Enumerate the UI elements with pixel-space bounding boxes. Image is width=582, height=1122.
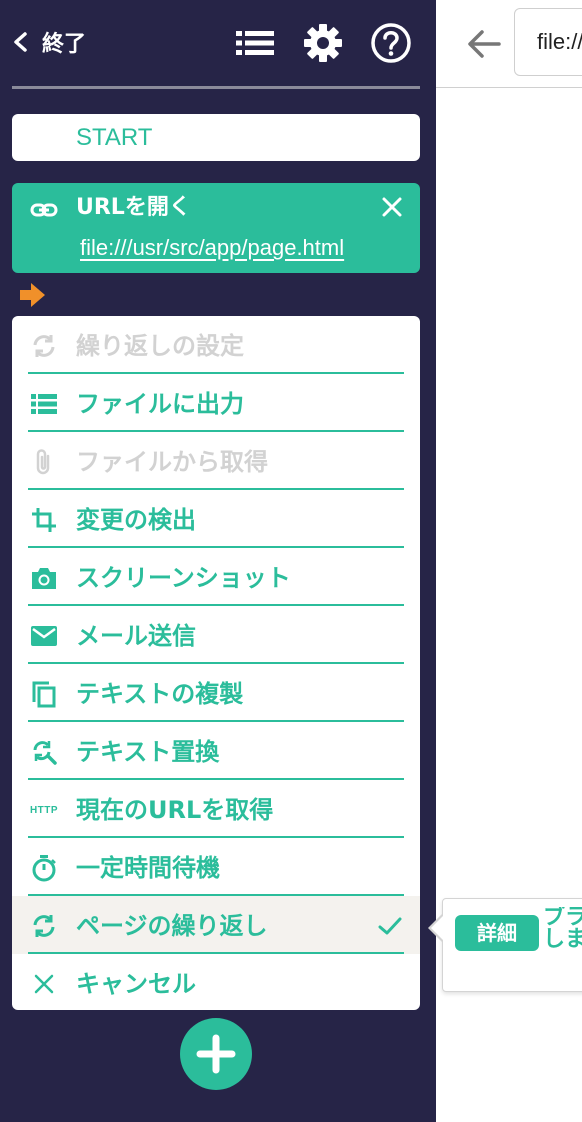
help-icon[interactable] [370, 22, 412, 64]
http-icon: HTTP [30, 796, 58, 824]
add-step-button[interactable] [180, 1018, 252, 1090]
mail-icon [30, 622, 58, 650]
exit-label: 終了 [42, 32, 87, 57]
menu-item-label: ファイルに出力 [76, 390, 244, 418]
list-icon[interactable] [234, 22, 276, 64]
repeat-icon [30, 912, 58, 940]
menu-item-label: 一定時間待機 [76, 854, 220, 882]
sidebar-header: 終了 [0, 0, 436, 88]
step-url-link[interactable]: file:///usr/src/app/page.html [80, 233, 344, 263]
menu-item-wait[interactable]: 一定時間待機 [12, 838, 420, 896]
menu-item-send-mail[interactable]: メール送信 [12, 606, 420, 664]
menu-item-get-current-url[interactable]: HTTP 現在のURLを取得 [12, 780, 420, 838]
tooltip-line-1: ブラ [543, 907, 582, 930]
menu-item-label: 変更の検出 [76, 506, 196, 534]
close-icon[interactable] [378, 193, 406, 221]
menu-item-label: キャンセル [76, 970, 196, 998]
start-block[interactable]: START [12, 114, 420, 161]
open-url-step[interactable]: URLを開く file:///usr/src/app/page.html [12, 183, 420, 273]
menu-item-get-from-file[interactable]: ファイルから取得 [12, 432, 420, 490]
menu-item-label: スクリーンショット [76, 564, 291, 592]
action-menu: 繰り返しの設定 ファイルに出力 ファイルから取得 変更の検出 スクリーンショット [12, 316, 420, 1010]
menu-item-label: 現在のURLを取得 [76, 796, 274, 824]
menu-item-label: ページの繰り返し [76, 912, 268, 940]
crop-icon [30, 506, 58, 534]
timer-icon [30, 854, 58, 882]
header-divider [12, 86, 420, 89]
copy-icon [30, 680, 58, 708]
link-icon [30, 203, 58, 217]
find-replace-icon [30, 738, 58, 766]
menu-item-copy-text[interactable]: テキストの複製 [12, 664, 420, 722]
menu-item-screenshot[interactable]: スクリーンショット [12, 548, 420, 606]
menu-item-page-loop[interactable]: ページの繰り返し [12, 896, 420, 954]
chevron-left-icon [14, 32, 27, 52]
menu-item-label: テキスト置換 [76, 738, 220, 766]
tooltip-pointer-fill [431, 916, 443, 940]
check-icon [378, 917, 402, 935]
detail-badge[interactable]: 詳細 [455, 915, 539, 951]
exit-button[interactable]: 終了 [10, 22, 86, 62]
tooltip-line-2: しま [543, 927, 582, 951]
menu-item-label: ファイルから取得 [76, 448, 268, 476]
step-title: URLを開く [76, 195, 191, 220]
camera-icon [30, 564, 58, 592]
sidebar: 終了 START URLを開く file:///usr/src/app/page… [0, 0, 436, 1122]
arrow-right-icon [20, 283, 45, 307]
menu-item-label: メール送信 [76, 622, 196, 650]
tooltip-text: ブラ しま [543, 907, 582, 951]
address-bar[interactable]: file:// [514, 8, 582, 76]
http-icon-text: HTTP [29, 804, 59, 816]
list-icon [30, 390, 58, 418]
close-icon [30, 970, 58, 998]
menu-item-cancel[interactable]: キャンセル [12, 954, 420, 1010]
paperclip-icon [30, 448, 58, 476]
tooltip-box: 詳細 ブラ しま [442, 898, 582, 992]
plus-icon [196, 1034, 236, 1074]
gear-icon[interactable] [302, 22, 344, 64]
menu-item-repeat-settings[interactable]: 繰り返しの設定 [12, 316, 420, 374]
menu-item-detect-change[interactable]: 変更の検出 [12, 490, 420, 548]
repeat-icon [30, 332, 58, 360]
menu-item-label: テキストの複製 [76, 680, 244, 708]
arrow-left-icon[interactable] [466, 26, 502, 62]
menu-item-replace-text[interactable]: テキスト置換 [12, 722, 420, 780]
menu-item-label: 繰り返しの設定 [76, 332, 244, 360]
menu-item-output-to-file[interactable]: ファイルに出力 [12, 374, 420, 432]
